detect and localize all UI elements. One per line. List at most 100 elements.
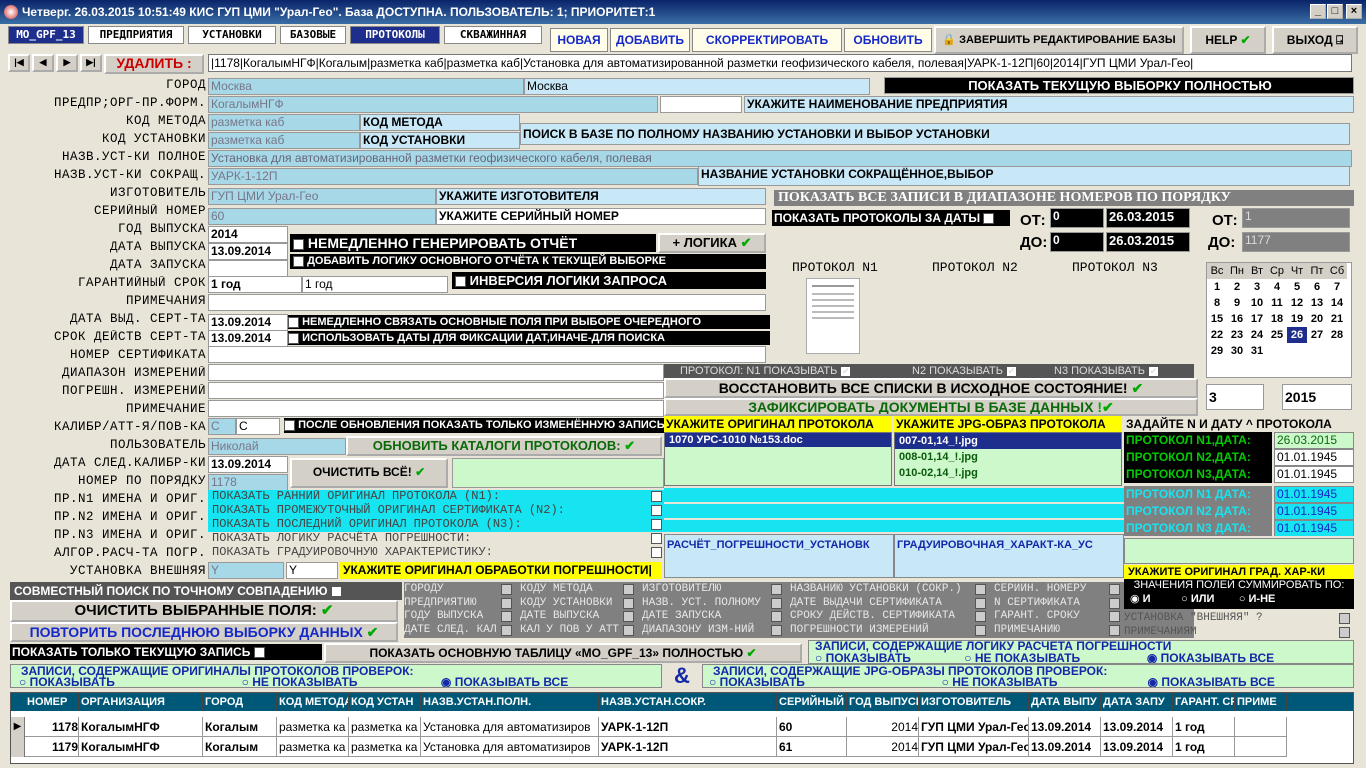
calendar-day[interactable]: 19 bbox=[1287, 311, 1307, 327]
cert-date-field[interactable]: 13.09.2014 bbox=[208, 314, 288, 331]
protocol-show-checkbox[interactable]: ПОКАЗАТЬ РАННИЙ ОРИГИНАЛ ПРОТОКОЛА (N1): bbox=[208, 490, 664, 504]
column-header[interactable]: ДАТА ВЫПУ bbox=[1029, 693, 1101, 711]
warranty-select[interactable]: 1 год bbox=[302, 276, 448, 293]
prev-record-icon[interactable]: ◀ bbox=[32, 54, 54, 72]
tab-borehole[interactable]: СКВАЖИННАЯ bbox=[444, 26, 542, 44]
filter-checkbox[interactable]: ГОДУ ВЫПУСКА bbox=[404, 610, 514, 624]
next-calib-field[interactable]: 13.09.2014 bbox=[208, 456, 288, 473]
grad-extra-box[interactable] bbox=[1124, 538, 1354, 564]
maker-select[interactable]: УКАЖИТЕ ИЗГОТОВИТЕЛЯ bbox=[436, 188, 766, 205]
filter-checkbox[interactable]: ДАТЕ СЛЕД. КАЛ bbox=[404, 624, 514, 638]
protocol-show-checkbox[interactable]: ПОКАЗАТЬ ПОСЛЕДНИЙ ОРИГИНАЛ ПРОТОКОЛА (N… bbox=[208, 518, 664, 532]
calendar-day[interactable]: 25 bbox=[1267, 327, 1287, 343]
calendar-day[interactable] bbox=[1287, 343, 1307, 359]
calendar-day[interactable]: 11 bbox=[1267, 295, 1287, 311]
calendar-day[interactable]: 21 bbox=[1327, 311, 1347, 327]
table-cell[interactable]: 13.09.2014 bbox=[1101, 717, 1173, 737]
filter-checkbox[interactable]: КАЛ У ПОВ У АТТ bbox=[520, 624, 636, 638]
inst-search-select[interactable]: ПОИСК В БАЗЕ ПО ПОЛНОМУ НАЗВАНИЮ УСТАНОВ… bbox=[520, 123, 1350, 145]
data-grid[interactable]: НОМЕР ОРГАНИЗАЦИЯ ГОРОД КОД МЕТОДА КОД УСТАН… bbox=[10, 692, 1354, 764]
inverse-checkbox[interactable]: ИНВЕРСИЯ ЛОГИКИ ЗАПРОСА bbox=[452, 272, 766, 289]
show-n1-checkbox[interactable]: ПРОТОКОЛ: N1 ПОКАЗЫВАТЬ ✔ bbox=[664, 364, 894, 378]
calendar-day[interactable]: 9 bbox=[1227, 295, 1247, 311]
tab-mo-gpf[interactable]: MO_GPF_13 bbox=[8, 26, 84, 44]
calc-logic-box[interactable]: РАСЧЁТ_ПОГРЕШНОСТИ_УСТАНОВК bbox=[664, 534, 894, 578]
table-cell[interactable]: Когалым bbox=[203, 717, 277, 737]
tab-installations[interactable]: УСТАНОВКИ bbox=[188, 26, 276, 44]
year-select[interactable]: 2015 bbox=[1282, 384, 1352, 410]
calendar-day[interactable]: 31 bbox=[1247, 343, 1267, 359]
filter-checkbox[interactable]: СЕРИЙН. НОМЕРУ bbox=[994, 583, 1122, 597]
filter-checkbox[interactable]: ПРИМЕЧАНИЯМ bbox=[1124, 626, 1352, 640]
external-select[interactable]: Y bbox=[286, 562, 338, 579]
logic-noshow-radio[interactable]: ○ НЕ ПОКАЗЫВАТЬ bbox=[964, 651, 1080, 663]
method-code-field[interactable]: разметка каб bbox=[208, 114, 360, 131]
inst-code-select[interactable]: КОД УСТАНОВКИ bbox=[360, 132, 520, 149]
month-select[interactable]: 3 bbox=[1206, 384, 1264, 410]
calendar-day[interactable]: 4 bbox=[1267, 279, 1287, 295]
protocol-show-checkbox[interactable]: ПОКАЗАТЬ ЛОГИКУ РАСЧЁТА ПОГРЕШНОСТИ: bbox=[208, 532, 664, 546]
table-cell[interactable]: 61 bbox=[777, 737, 847, 757]
range-field[interactable] bbox=[208, 364, 664, 381]
short-name-select[interactable]: НАЗВАНИЕ УСТАНОВКИ СОКРАЩЁННОЕ,ВЫБОР bbox=[698, 166, 1350, 186]
filter-checkbox[interactable]: ГАРАНТ. СРОКУ bbox=[994, 610, 1122, 624]
orig-noshow-radio[interactable]: ○ НЕ ПОКАЗЫВАТЬ bbox=[242, 675, 358, 687]
table-cell[interactable]: 13.09.2014 bbox=[1029, 717, 1101, 737]
radio-ornot[interactable]: ○ И-НЕ bbox=[1239, 593, 1276, 605]
calendar-day[interactable] bbox=[1307, 343, 1327, 359]
jpg-list[interactable]: 007-01,14_!.jpg 008-01,14_!.jpg 010-02,1… bbox=[894, 432, 1122, 486]
table-cell[interactable]: 13.09.2014 bbox=[1029, 737, 1101, 757]
last-record-icon[interactable]: ▶| bbox=[80, 54, 102, 72]
filter-checkbox[interactable]: ИЗГОТОВИТЕЛЮ bbox=[642, 583, 784, 597]
method-code-select[interactable]: КОД МЕТОДА bbox=[360, 114, 520, 131]
calendar-day[interactable]: 24 bbox=[1247, 327, 1267, 343]
filter-checkbox[interactable]: ДИАПАЗОНУ ИЗМ-НИЙ bbox=[642, 624, 784, 638]
first-record-icon[interactable]: |◀ bbox=[8, 54, 30, 72]
calendar-day[interactable]: 20 bbox=[1307, 311, 1327, 327]
table-cell[interactable]: ГУП ЦМИ Урал-Гео bbox=[919, 717, 1029, 737]
error-field[interactable] bbox=[208, 382, 664, 399]
jpg-showall-radio[interactable]: ◉ ПОКАЗЫВАТЬ ВСЕ bbox=[1148, 675, 1275, 687]
column-header[interactable]: НАЗВ.УСТАН.ПОЛН. bbox=[421, 693, 599, 711]
column-header[interactable]: ИЗГОТОВИТЕЛЬ bbox=[919, 693, 1029, 711]
calendar-day[interactable]: 8 bbox=[1207, 295, 1227, 311]
user-field[interactable]: Николай bbox=[208, 438, 346, 455]
calib-field[interactable]: С bbox=[208, 418, 236, 435]
serial-field[interactable]: 60 bbox=[208, 208, 436, 225]
new-button[interactable]: НОВАЯ bbox=[550, 28, 608, 52]
table-cell[interactable]: Установка для автоматизиров bbox=[421, 737, 599, 757]
table-cell[interactable]: 13.09.2014 bbox=[1101, 737, 1173, 757]
table-cell[interactable]: разметка ка bbox=[349, 737, 421, 757]
table-cell[interactable]: КогалымНГФ bbox=[79, 717, 203, 737]
protocol-date-field[interactable]: 01.01.1945 bbox=[1274, 503, 1354, 520]
calendar-day[interactable]: 26 bbox=[1287, 327, 1307, 343]
table-cell[interactable]: ГУП ЦМИ Урал-Гео bbox=[919, 737, 1029, 757]
add-logic-checkbox[interactable]: ДОБАВИТЬ ЛОГИКУ ОСНОВНОГО ОТЧЁТА К ТЕКУЩ… bbox=[290, 254, 766, 269]
only-current-checkbox[interactable]: ПОКАЗАТЬ ТОЛЬКО ТЕКУЩУЮ ЗАПИСЬ bbox=[10, 644, 322, 660]
serial-select[interactable]: УКАЖИТЕ СЕРИЙНЫЙ НОМЕР bbox=[436, 208, 766, 225]
calendar-day[interactable]: 7 bbox=[1327, 279, 1347, 295]
table-cell[interactable]: разметка ка bbox=[277, 737, 349, 757]
next-record-icon[interactable]: ▶ bbox=[56, 54, 78, 72]
show-n2-checkbox[interactable]: N2 ПОКАЗЫВАТЬ ✔ bbox=[894, 364, 1042, 378]
org-select[interactable]: УКАЖИТЕ НАИМЕНОВАНИЕ ПРЕДПРИЯТИЯ bbox=[744, 96, 1354, 113]
table-cell[interactable]: УАРК-1-12П bbox=[599, 737, 777, 757]
table-cell[interactable] bbox=[1235, 737, 1287, 757]
filter-checkbox[interactable]: КОДУ МЕТОДА bbox=[520, 583, 636, 597]
clear-all-button[interactable]: ОЧИСТИТЬ ВСЁ! ✔ bbox=[290, 458, 448, 488]
from-number[interactable]: 0 bbox=[1050, 208, 1104, 228]
jpg-list-item[interactable]: 008-01,14_!.jpg bbox=[895, 449, 1121, 465]
column-header[interactable]: НОМЕР bbox=[25, 693, 79, 711]
column-header[interactable]: ГАРАНТ. СР bbox=[1173, 693, 1235, 711]
org-field[interactable]: КогалымНГФ bbox=[208, 96, 658, 113]
add-button[interactable]: ДОБАВИТЬ bbox=[610, 28, 690, 52]
maximize-button[interactable]: □ bbox=[1327, 4, 1343, 19]
table-cell[interactable]: 2014 bbox=[847, 737, 919, 757]
filter-checkbox[interactable]: ДАТЕ ВЫДАЧИ СЕРТИФИКАТА bbox=[790, 597, 988, 611]
calendar-day[interactable]: 16 bbox=[1227, 311, 1247, 327]
update-catalogs-button[interactable]: ОБНОВИТЬ КАТАЛОГИ ПРОТОКОЛОВ: ✔ bbox=[346, 436, 662, 456]
restore-lists-button[interactable]: ВОССТАНОВИТЬ ВСЕ СПИСКИ В ИСХОДНОЕ СОСТО… bbox=[664, 378, 1198, 398]
orig-list[interactable]: 1070 УРС-1010 №153.doc bbox=[664, 432, 892, 486]
calendar-day[interactable]: 1 bbox=[1207, 279, 1227, 295]
calendar-day[interactable]: 28 bbox=[1327, 327, 1347, 343]
